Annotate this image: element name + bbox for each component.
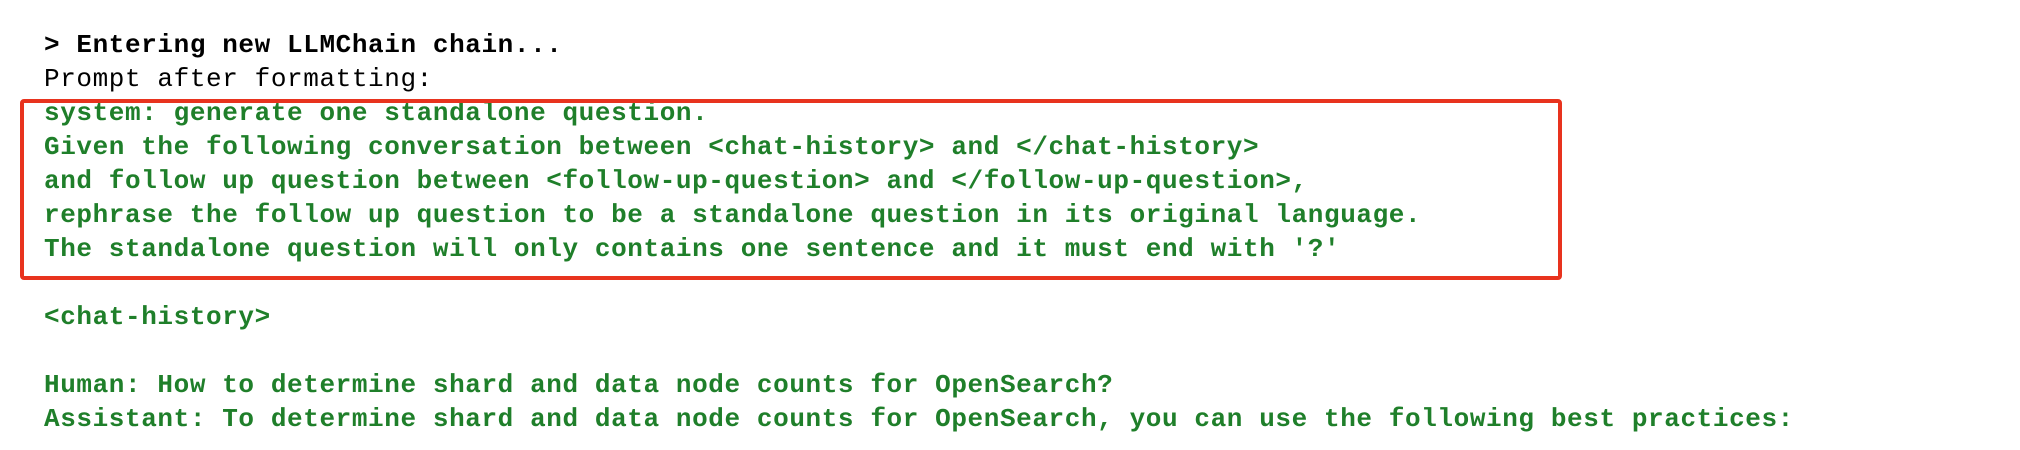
highlight-box	[20, 99, 1562, 280]
terminal-output: > Entering new LLMChain chain... Prompt …	[0, 0, 2020, 450]
prompt-label: Prompt after formatting:	[44, 64, 433, 94]
chat-history-tag: <chat-history>	[44, 302, 271, 332]
assistant-message: Assistant: To determine shard and data n…	[44, 404, 1794, 434]
chain-entry-line: > Entering new LLMChain chain...	[44, 30, 563, 60]
human-message: Human: How to determine shard and data n…	[44, 370, 1114, 400]
